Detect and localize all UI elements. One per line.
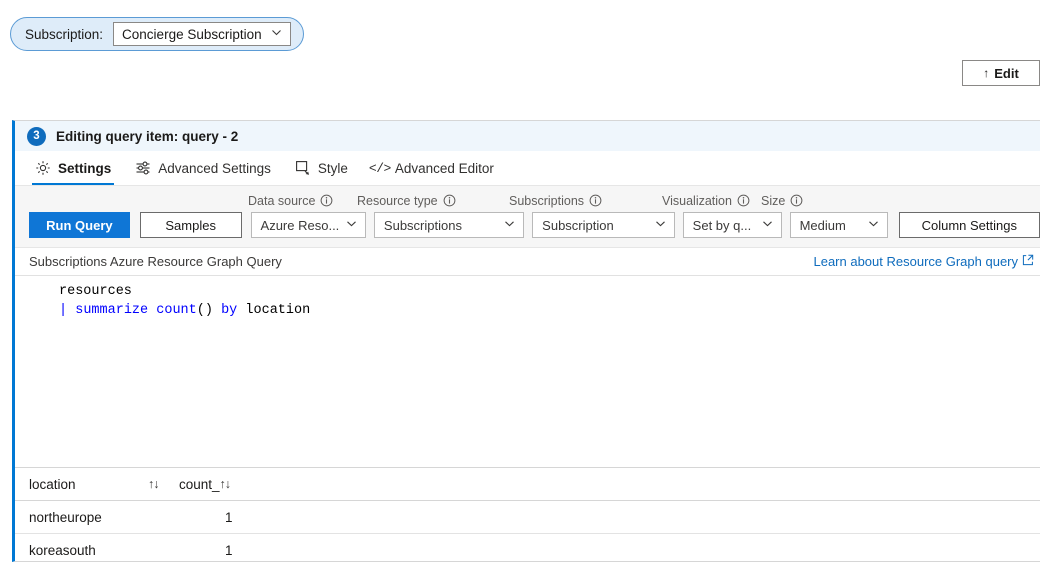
label-data-source: Data source [248,194,357,208]
label-visualization: Visualization [662,194,761,208]
editing-query-panel: 3 Editing query item: query - 2 Settings [12,120,1040,562]
table-row[interactable]: koreasouth 1 [15,534,1040,561]
panel-tabs: Settings Advanced Settings Style </> Adv… [15,151,1040,185]
table-header-row: location ↑↓ count_ ↑↓ [15,468,1040,501]
code-token-count: count [156,303,197,318]
code-token-resources: resources [59,284,132,299]
chevron-down-icon [503,217,516,233]
external-link-icon [1022,254,1034,269]
query-results-table: location ↑↓ count_ ↑↓ northeurope 1 kore… [15,468,1040,561]
learn-about-resource-graph-link[interactable]: Learn about Resource Graph query [813,254,1034,269]
tab-advanced-editor[interactable]: </> Advanced Editor [360,151,506,185]
page-title: Editing query item: query - 2 [56,128,239,144]
samples-button[interactable]: Samples [139,212,242,238]
tab-style[interactable]: Style [283,151,360,185]
size-dropdown[interactable]: Medium [789,212,888,238]
query-toolbar: Data source Resource type Subscriptions … [15,185,1040,248]
code-line-2: | summarize count() by location [15,301,1040,320]
code-brackets-icon: </> [368,160,391,176]
code-token-summarize: summarize [75,303,149,318]
label-resource-type: Resource type [357,194,509,208]
cell-count: 1 [225,542,233,558]
chevron-down-icon [270,26,283,42]
chevron-down-icon [761,217,774,233]
pencil-icon: ↑ [983,66,990,80]
column-settings-button[interactable]: Column Settings [898,212,1040,238]
info-icon[interactable] [320,194,333,207]
sort-arrows-icon[interactable]: ↑↓ [148,477,159,491]
data-source-dropdown[interactable]: Azure Reso... [250,212,366,238]
run-query-button[interactable]: Run Query [29,212,130,238]
size-value: Medium [799,217,846,233]
cell-count: 1 [225,509,233,525]
resource-type-value: Subscriptions [383,217,462,233]
chevron-down-icon [867,217,880,233]
code-token-by: by [221,303,238,318]
info-icon[interactable] [443,194,456,207]
table-row[interactable]: northeurope 1 [15,501,1040,534]
sliders-icon [135,160,151,176]
data-source-value: Azure Reso... [260,217,340,233]
code-token-location: location [245,303,311,318]
learn-link-label: Learn about Resource Graph query [813,254,1018,269]
tab-settings-label: Settings [58,160,112,176]
label-size: Size [761,194,803,208]
gear-icon [35,160,51,176]
code-token-pipe: | [59,303,68,318]
kql-query-editor[interactable]: resources | summarize count() by locatio… [15,275,1040,468]
visualization-dropdown[interactable]: Set by q... [682,212,782,238]
subscriptions-dropdown[interactable]: Subscription [532,212,675,238]
subscriptions-value: Subscription [542,217,614,233]
subscription-select-value: Concierge Subscription [122,26,262,42]
query-caption-row: Subscriptions Azure Resource Graph Query… [15,248,1040,275]
toolbar-label-row: Data source Resource type Subscriptions … [15,192,1040,209]
info-icon[interactable] [737,194,750,207]
panel-header: 3 Editing query item: query - 2 [15,121,1040,151]
column-header-count-label: count_ [179,476,220,492]
tab-advanced-editor-label: Advanced Editor [394,160,494,176]
code-token-parens: () [196,303,213,318]
chevron-down-icon [345,217,358,233]
code-line-1: resources [15,282,1040,301]
info-icon[interactable] [790,194,803,207]
edit-button-label: Edit [994,65,1019,81]
subscription-label: Subscription: [25,26,104,42]
resource-type-dropdown[interactable]: Subscriptions [373,212,525,238]
cell-location: northeurope [29,509,102,525]
tab-style-label: Style [317,160,348,176]
sort-arrows-icon[interactable]: ↑↓ [220,477,231,491]
step-number-badge: 3 [27,126,46,146]
visualization-value: Set by q... [692,217,752,233]
toolbar-control-row: Run Query Samples Azure Reso... Subscrip… [15,212,1040,238]
cell-location: koreasouth [29,542,96,558]
info-icon[interactable] [589,194,602,207]
edit-button[interactable]: ↑ Edit [962,60,1040,86]
label-subscriptions: Subscriptions [509,194,662,208]
tab-advanced-settings-label: Advanced Settings [158,160,271,176]
tab-advanced-settings[interactable]: Advanced Settings [123,151,283,185]
tab-settings[interactable]: Settings [23,151,123,185]
column-header-location-label: location [29,476,76,492]
subscription-filter-pill: Subscription: Concierge Subscription [10,17,304,51]
column-header-count: count_ ↑↓ [179,477,299,492]
query-caption-text: Subscriptions Azure Resource Graph Query [29,254,282,269]
chevron-down-icon [654,217,667,233]
subscription-select[interactable]: Concierge Subscription [113,22,291,46]
style-square-icon [295,160,311,176]
column-header-location: location ↑↓ [29,477,179,492]
